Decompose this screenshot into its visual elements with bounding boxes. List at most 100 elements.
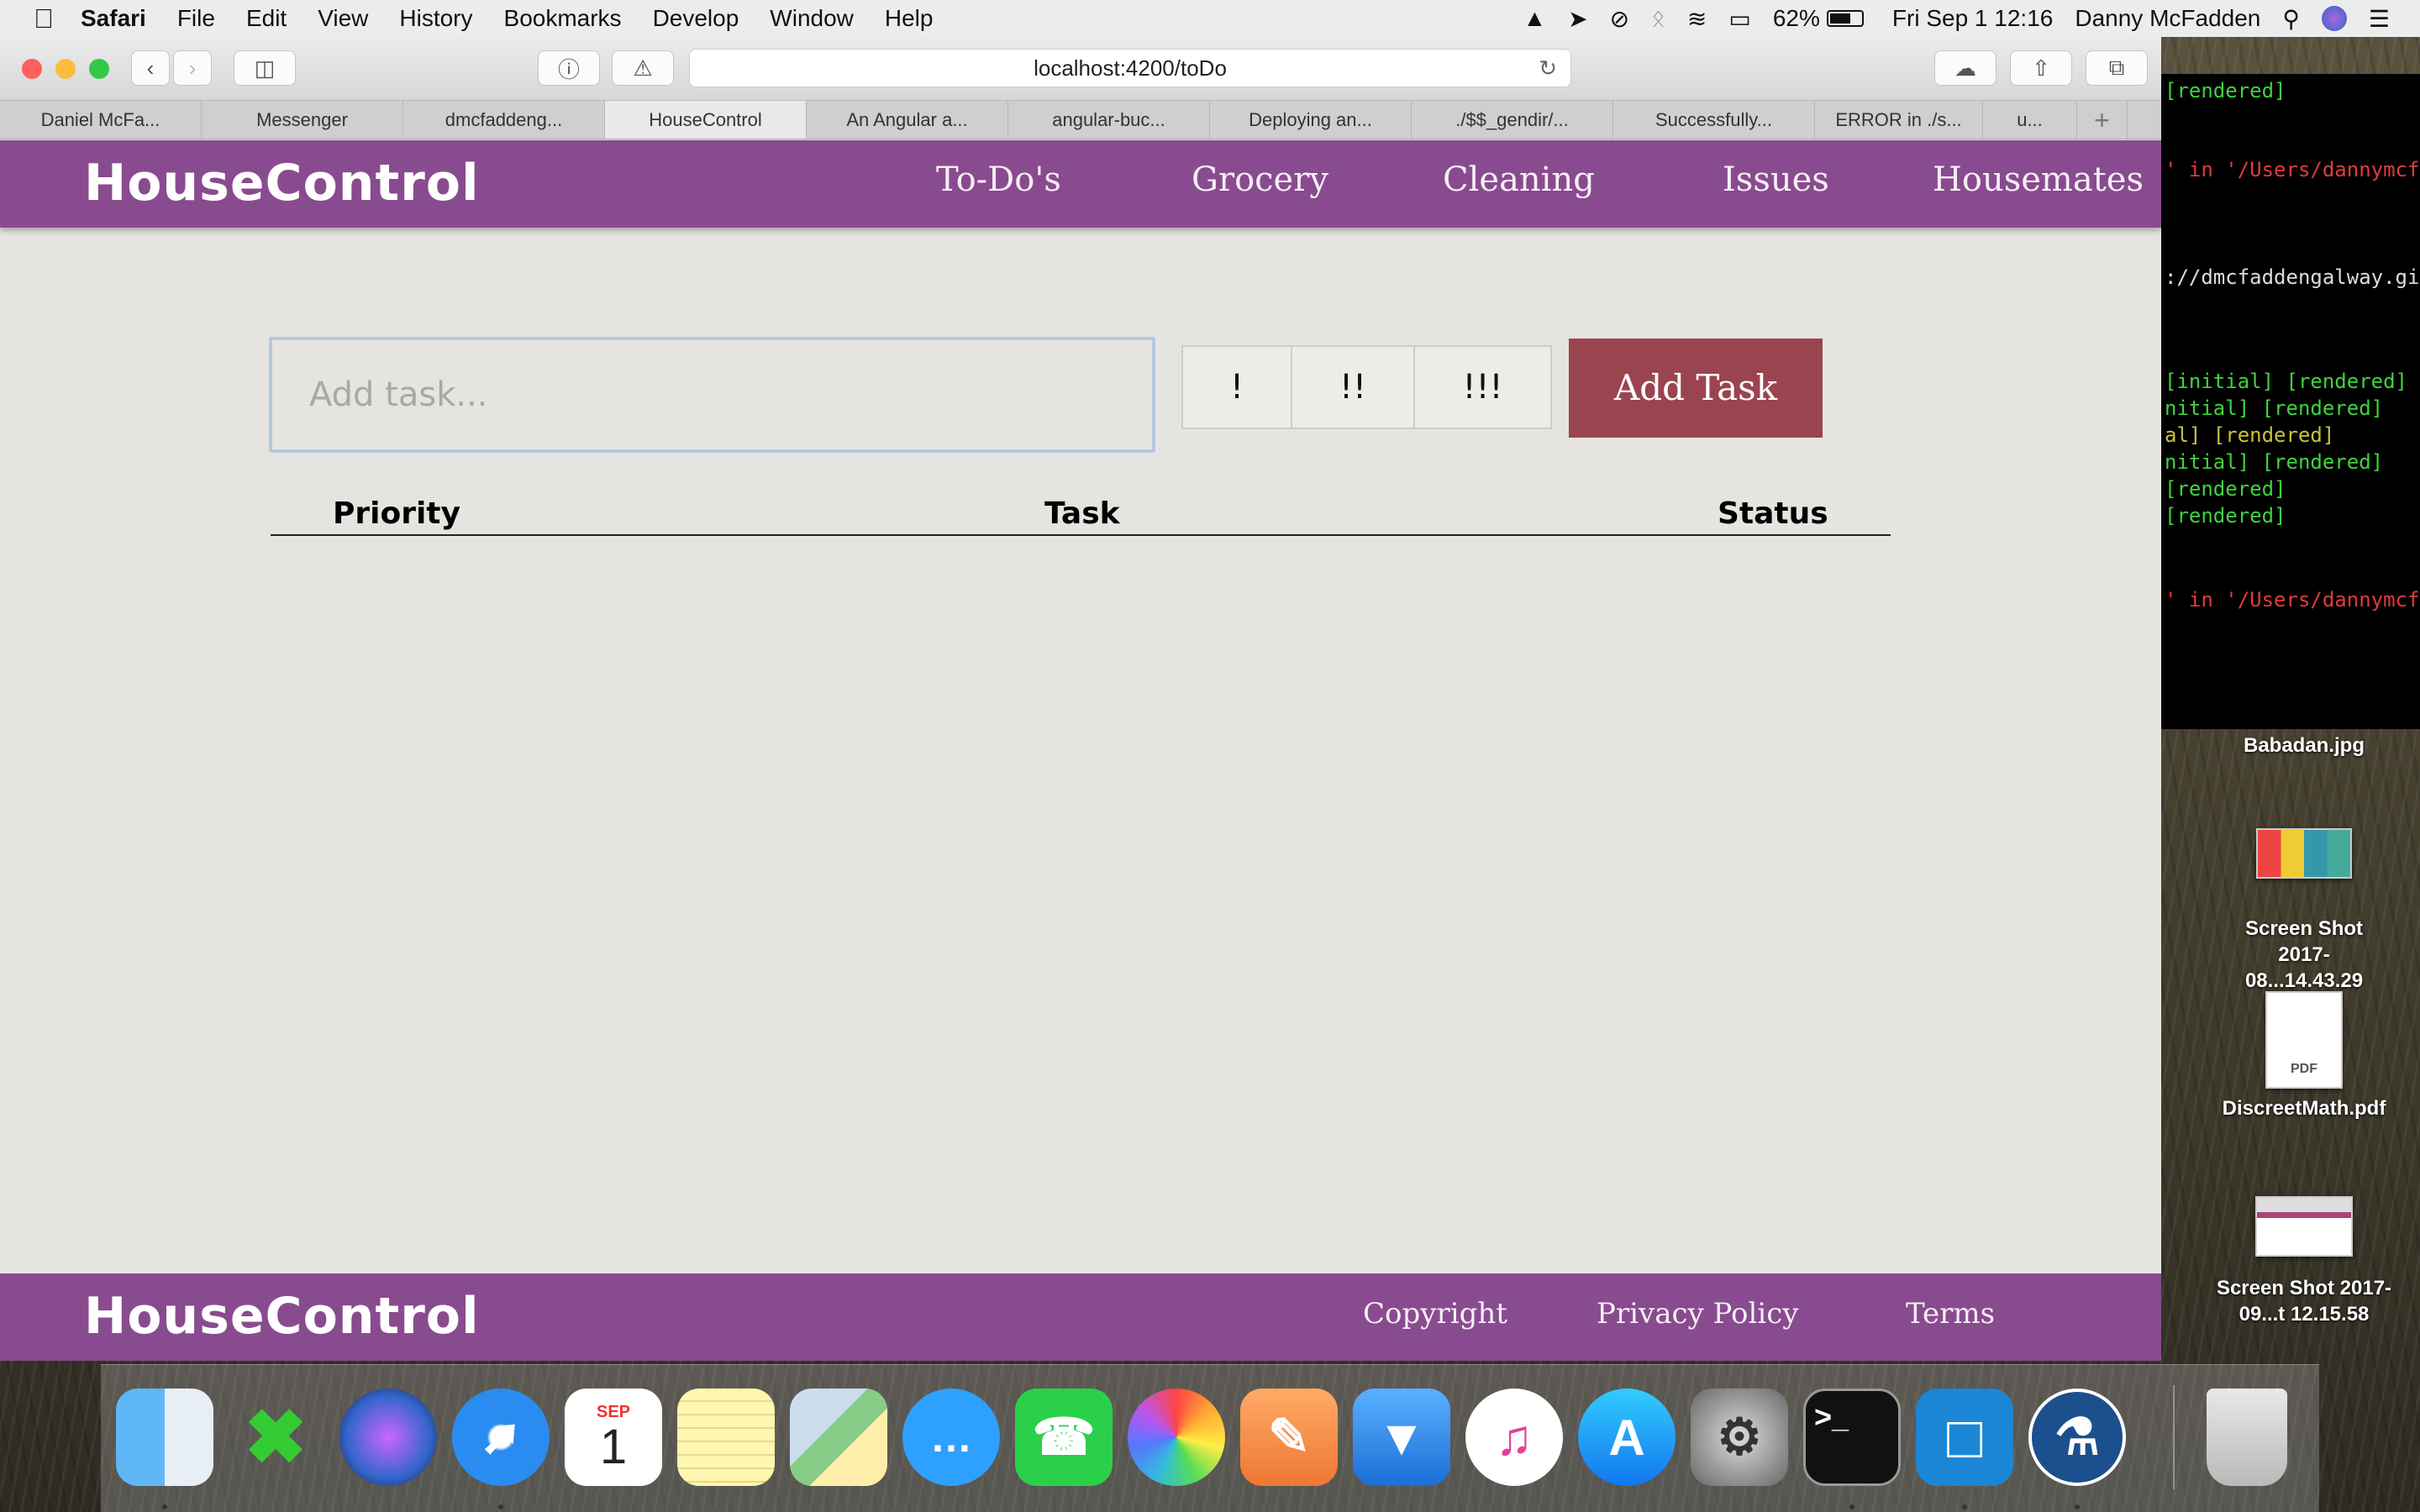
footer-privacy-link[interactable]: Privacy Policy — [1597, 1297, 1799, 1331]
browser-tab[interactable]: An Angular a... — [807, 101, 1008, 139]
table-divider — [271, 534, 1891, 536]
apple-menu-icon[interactable]:  — [34, 3, 81, 34]
siri-icon[interactable] — [339, 1389, 437, 1486]
menu-window[interactable]: Window — [770, 5, 854, 32]
reload-icon[interactable]: ↻ — [1539, 50, 1557, 87]
browser-tab[interactable]: Messenger — [202, 101, 403, 139]
warning-icon[interactable]: ⚠ — [612, 50, 674, 86]
desktop-file-label: Babadan.jpg — [2243, 734, 2365, 757]
nav-housemates[interactable]: Housemates — [1933, 160, 2144, 199]
pages-icon[interactable]: ✎ — [1240, 1389, 1338, 1486]
browser-tab[interactable]: dmcfaddeng... — [403, 101, 605, 139]
photos-icon[interactable] — [1128, 1389, 1225, 1486]
notification-center-icon[interactable]: ☰ — [2369, 5, 2390, 33]
airplay-icon[interactable]: ▭ — [1728, 5, 1750, 33]
sync-icon[interactable]: ⊘ — [1610, 5, 1629, 33]
menu-develop[interactable]: Develop — [653, 5, 739, 32]
terminal-line: ' in '/Users/dannymcf — [2165, 158, 2420, 181]
menu-file[interactable]: File — [177, 5, 215, 32]
task-input[interactable]: Add task... — [269, 337, 1155, 453]
brand-logo[interactable]: HouseControl — [84, 154, 480, 213]
sourcetree-icon[interactable]: ⚗ — [2028, 1389, 2126, 1486]
xquartz-icon[interactable]: ✖ — [227, 1389, 324, 1486]
app-footer: HouseControl Copyright Privacy Policy Te… — [0, 1273, 2161, 1361]
browser-tab[interactable]: Deploying an... — [1210, 101, 1412, 139]
user-name[interactable]: Danny McFadden — [2075, 5, 2260, 32]
brackets-icon[interactable]: □ — [1916, 1389, 2013, 1486]
priority-high-button[interactable]: !!! — [1413, 345, 1552, 429]
bluetooth-icon[interactable]: ᛟ — [1651, 5, 1665, 32]
browser-tab[interactable]: Successfully... — [1613, 101, 1815, 139]
messages-icon[interactable]: … — [902, 1389, 1000, 1486]
app-store-icon[interactable]: A — [1578, 1389, 1676, 1486]
desktop-file-label: Screen Shot 2017-08...14.43.29 — [2244, 917, 2364, 992]
siri-menu-icon[interactable] — [2321, 6, 2347, 31]
terminal-icon[interactable]: >_ — [1803, 1389, 1901, 1486]
nav-todos[interactable]: To-Do's — [936, 160, 1061, 199]
itunes-icon[interactable]: ♫ — [1465, 1389, 1563, 1486]
browser-tab[interactable]: ./$$_gendir/... — [1412, 101, 1613, 139]
footer-copyright-link[interactable]: Copyright — [1363, 1297, 1507, 1331]
terminal-line: [rendered] — [2165, 79, 2286, 102]
info-icon[interactable]: ⓘ — [538, 50, 600, 86]
desktop-file-screenshot-1[interactable]: Screen Shot 2017-08...14.43.29 — [2186, 828, 2420, 994]
close-window-button[interactable] — [22, 59, 42, 79]
desktop-file-screenshot-2[interactable]: Screen Shot 2017-09...t 12.15.58 — [2186, 1196, 2420, 1327]
footer-terms-link[interactable]: Terms — [1906, 1297, 1995, 1331]
calendar-icon[interactable]: SEP 1 — [565, 1389, 662, 1486]
system-preferences-icon[interactable]: ⚙ — [1691, 1389, 1788, 1486]
nav-grocery[interactable]: Grocery — [1192, 160, 1328, 199]
spotlight-search-icon[interactable]: ⚲ — [2282, 5, 2300, 33]
terminal-line: [rendered] — [2165, 477, 2286, 501]
address-bar[interactable]: localhost:4200/toDo ↻ — [689, 49, 1571, 87]
wifi-icon[interactable]: ≋ — [1687, 5, 1707, 33]
menu-history[interactable]: History — [399, 5, 472, 32]
notes-icon[interactable] — [677, 1389, 775, 1486]
menu-help[interactable]: Help — [885, 5, 934, 32]
browser-tab[interactable]: Daniel McFa... — [0, 101, 202, 139]
finder-icon[interactable] — [116, 1389, 213, 1486]
nav-issues[interactable]: Issues — [1723, 160, 1829, 199]
menu-bookmarks[interactable]: Bookmarks — [504, 5, 622, 32]
clock[interactable]: Fri Sep 1 12:16 — [1892, 5, 2053, 32]
minimize-window-button[interactable] — [55, 59, 76, 79]
add-task-button[interactable]: Add Task — [1569, 339, 1823, 438]
browser-tab[interactable]: ERROR in ./s... — [1815, 101, 1983, 139]
desktop-file-discreetmath[interactable]: PDF DiscreetMath.pdf — [2186, 991, 2420, 1121]
browser-toolbar: ‹ › ◫ ⓘ ⚠ localhost:4200/toDo ↻ ☁ ⇧ ⧉ — [0, 37, 2161, 101]
terminal-window[interactable]: [rendered] ' in '/Users/dannymcf ://dmcf… — [2161, 74, 2420, 729]
new-tab-button[interactable]: + — [2077, 101, 2128, 139]
browser-tab[interactable]: u... — [1983, 101, 2077, 139]
terminal-line: ://dmcfaddengalway.gi — [2165, 265, 2420, 289]
nav-cleaning[interactable]: Cleaning — [1443, 160, 1595, 199]
zoom-window-button[interactable] — [89, 59, 109, 79]
forward-button[interactable]: › — [173, 50, 212, 86]
menu-edit[interactable]: Edit — [246, 5, 287, 32]
browser-tab[interactable]: angular-buc... — [1008, 101, 1210, 139]
back-button[interactable]: ‹ — [131, 50, 170, 86]
safari-icon[interactable]: ➚ — [452, 1389, 550, 1486]
browser-tab-active[interactable]: HouseControl — [605, 101, 807, 139]
battery-icon[interactable] — [1826, 10, 1864, 27]
trash-icon[interactable] — [2207, 1389, 2287, 1486]
icloud-tabs-icon[interactable]: ☁ — [1934, 50, 1996, 86]
maps-icon[interactable] — [790, 1389, 887, 1486]
battery-percent[interactable]: 62% — [1773, 5, 1820, 32]
column-header-status: Status — [1718, 496, 1828, 531]
priority-medium-button[interactable]: !! — [1291, 345, 1415, 429]
keynote-icon[interactable]: ▼ — [1353, 1389, 1450, 1486]
menu-app-name[interactable]: Safari — [81, 5, 146, 32]
sidebar-toggle-icon[interactable]: ◫ — [234, 50, 296, 86]
image-thumbnail-icon — [2255, 1196, 2353, 1257]
facetime-icon[interactable]: ☎ — [1015, 1389, 1113, 1486]
menu-view[interactable]: View — [318, 5, 368, 32]
share-icon[interactable]: ⇧ — [2010, 50, 2072, 86]
desktop-file-label: DiscreetMath.pdf — [2222, 1097, 2386, 1120]
footer-brand[interactable]: HouseControl — [84, 1287, 480, 1346]
column-header-task: Task — [1044, 496, 1120, 531]
priority-low-button[interactable]: ! — [1181, 345, 1292, 429]
show-tabs-icon[interactable]: ⧉ — [2086, 50, 2148, 86]
location-icon[interactable]: ➤ — [1568, 5, 1587, 33]
google-drive-icon[interactable]: ▲ — [1523, 5, 1546, 32]
desktop-file-babadan[interactable]: Babadan.jpg — [2186, 732, 2420, 759]
